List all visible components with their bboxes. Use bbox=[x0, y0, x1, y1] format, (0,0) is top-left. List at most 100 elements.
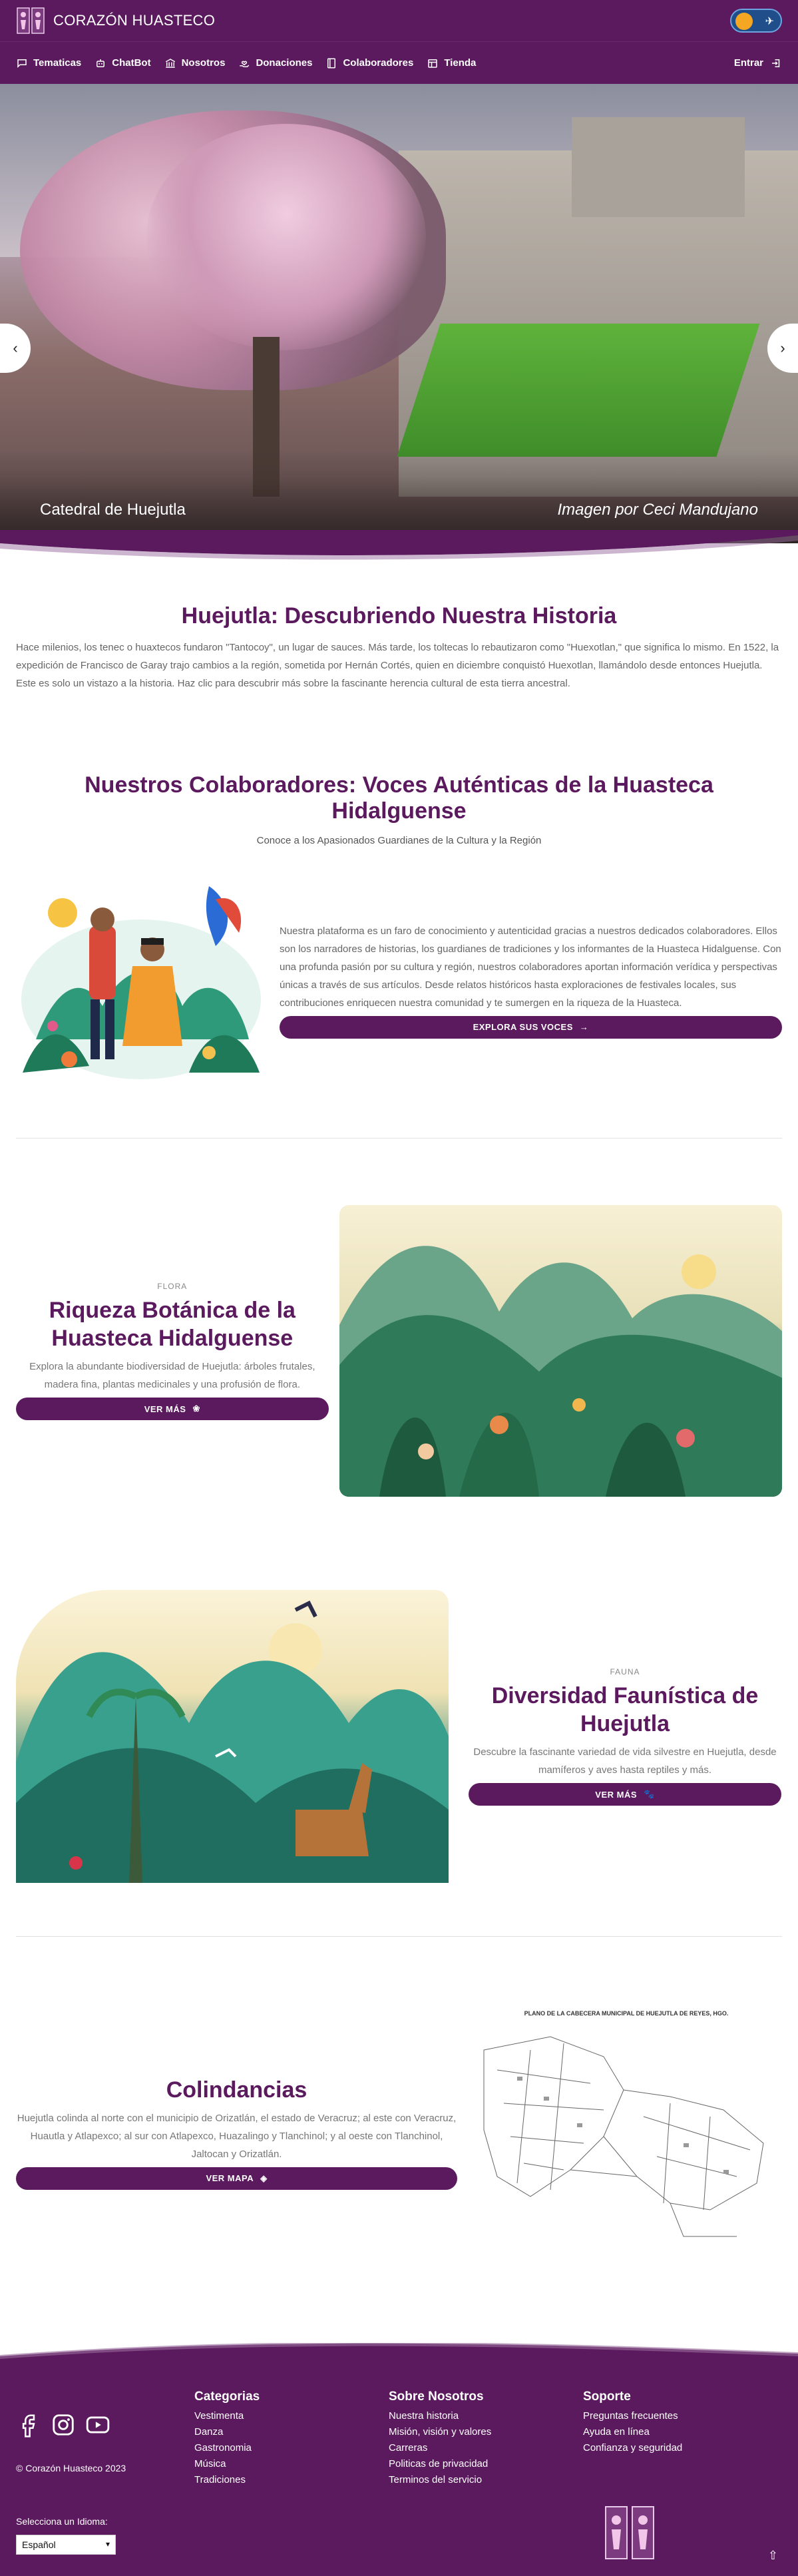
hero-wave-divider bbox=[0, 530, 798, 561]
hero-garden bbox=[397, 324, 760, 457]
fauna-desc: Descubre la fascinante variedad de vida … bbox=[473, 1746, 777, 1776]
view-map-button[interactable]: VER MAPA ◈ bbox=[16, 2167, 458, 2190]
carousel-prev-button[interactable]: ‹ bbox=[0, 324, 31, 373]
nav-label: Nosotros bbox=[181, 57, 226, 69]
limits-title: Colindancias bbox=[166, 2077, 307, 2103]
login-button[interactable]: Entrar bbox=[734, 57, 782, 69]
book-icon bbox=[327, 58, 336, 68]
hero-credit: Imagen por Ceci Mandujano bbox=[557, 501, 758, 519]
hero-caption: Catedral de Huejutla bbox=[40, 501, 186, 519]
fauna-more-label: VER MÁS bbox=[595, 1789, 638, 1800]
plant-icon: ❀ bbox=[192, 1404, 200, 1414]
copyright: © Corazón Huasteco 2023 bbox=[16, 2463, 126, 2473]
footer-link[interactable]: Politicas de privacidad bbox=[389, 2456, 491, 2472]
limits-desc: Huejutla colinda al norte con el municip… bbox=[17, 2112, 457, 2160]
hero-cathedral-tower bbox=[572, 117, 745, 217]
theme-toggle[interactable]: ✈ bbox=[730, 9, 782, 33]
section-divider bbox=[16, 1138, 782, 1139]
nav-label: Colaboradores bbox=[343, 57, 414, 69]
view-map-label: VER MAPA bbox=[206, 2173, 254, 2183]
history-title[interactable]: Huejutla: Descubriendo Nuestra Historia bbox=[16, 603, 782, 629]
explore-voices-button[interactable]: EXPLORA SUS VOCES → bbox=[280, 1015, 782, 1039]
fauna-section: FAUNA Diversidad Faunística de Huejutla … bbox=[0, 1590, 798, 1883]
nav-item-chatbot[interactable]: ChatBot bbox=[95, 57, 151, 69]
footer-link[interactable]: Danza bbox=[194, 2424, 260, 2440]
footer-link[interactable]: Preguntas frecuentes bbox=[583, 2408, 682, 2424]
footer-link[interactable]: Gastronomia bbox=[194, 2440, 260, 2456]
nav-item-tematicas[interactable]: Tematicas bbox=[16, 57, 81, 69]
explore-voices-label: EXPLORA SUS VOCES bbox=[473, 1022, 573, 1032]
compass-icon: ◈ bbox=[260, 2173, 268, 2183]
social-links bbox=[16, 2412, 110, 2438]
chat-icon bbox=[17, 59, 27, 68]
footer-logo bbox=[603, 2503, 656, 2563]
footer-link[interactable]: Ayuda en línea bbox=[583, 2424, 682, 2440]
nav-item-tienda[interactable]: Tienda bbox=[427, 57, 476, 69]
hand-heart-icon bbox=[240, 61, 250, 67]
paw-icon: 🐾 bbox=[644, 1789, 655, 1799]
site-logo[interactable] bbox=[16, 5, 47, 36]
top-bar: CORAZÓN HUASTECO ✈ bbox=[0, 0, 798, 41]
nav-item-donaciones[interactable]: Donaciones bbox=[238, 57, 312, 69]
footer-column-title: Soporte bbox=[583, 2390, 631, 2404]
language-value: Español bbox=[22, 2539, 56, 2550]
flora-title: Riqueza Botánica de la Huasteca Hidalgue… bbox=[49, 1298, 296, 1351]
limits-section: Colindancias Huejutla colinda al norte c… bbox=[0, 2010, 798, 2250]
instagram-icon[interactable] bbox=[51, 2412, 76, 2438]
facebook-icon[interactable] bbox=[16, 2412, 41, 2438]
history-section: Huejutla: Descubriendo Nuestra Historia … bbox=[0, 561, 798, 706]
history-text[interactable]: Hace milenios, los tenec o huaxtecos fun… bbox=[16, 639, 782, 692]
collaborators-illustration bbox=[16, 873, 266, 1087]
main-nav: Tematicas ChatBot Nosotros Donaciones Co… bbox=[0, 41, 798, 84]
collaborators-section: Nuestros Colaboradores: Voces Auténticas… bbox=[0, 706, 798, 1107]
collaborators-text: Nuestra plataforma es un faro de conocim… bbox=[280, 925, 781, 1009]
site-footer: © Corazón Huasteco 2023 Categorias Vesti… bbox=[0, 2370, 798, 2576]
flora-more-button[interactable]: VER MÁS ❀ bbox=[16, 1398, 329, 1420]
flora-more-label: VER MÁS bbox=[144, 1404, 186, 1414]
nav-item-colaboradores[interactable]: Colaboradores bbox=[325, 57, 413, 69]
fauna-text-block: FAUNA Diversidad Faunística de Huejutla … bbox=[469, 1667, 781, 1806]
chevron-right-icon: › bbox=[780, 340, 785, 356]
nav-label: Donaciones bbox=[256, 57, 313, 69]
footer-column-soporte: Soporte Preguntas frecuentes Ayuda en lí… bbox=[583, 2390, 682, 2456]
collaborators-title: Nuestros Colaboradores: Voces Auténticas… bbox=[85, 772, 713, 824]
footer-link[interactable]: Terminos del servicio bbox=[389, 2472, 491, 2488]
footer-link[interactable]: Carreras bbox=[389, 2440, 491, 2456]
arrow-right-icon: → bbox=[579, 1022, 589, 1032]
flora-text-block: FLORA Riqueza Botánica de la Huasteca Hi… bbox=[16, 1282, 329, 1420]
login-icon bbox=[772, 59, 780, 67]
footer-link[interactable]: Música bbox=[194, 2456, 260, 2472]
footer-link[interactable]: Nuestra historia bbox=[389, 2408, 491, 2424]
fauna-image bbox=[16, 1590, 449, 1883]
fauna-kicker: FAUNA bbox=[610, 1667, 640, 1676]
language-label: Selecciona un Idioma: bbox=[16, 2516, 108, 2527]
hero-tree-blossom bbox=[146, 124, 426, 350]
fauna-title: Diversidad Faunística de Huejutla bbox=[491, 1683, 759, 1736]
footer-link[interactable]: Confianza y seguridad bbox=[583, 2440, 682, 2456]
section-divider bbox=[16, 1936, 782, 1937]
hero-carousel: Catedral de Huejutla Imagen por Ceci Man… bbox=[0, 84, 798, 543]
municipal-map-image: PLANO DE LA CABECERA MUNICIPAL DE HUEJUT… bbox=[471, 2010, 782, 2250]
robot-icon bbox=[97, 59, 105, 67]
nav-item-nosotros[interactable]: Nosotros bbox=[164, 57, 226, 69]
youtube-icon[interactable] bbox=[85, 2412, 110, 2438]
footer-column-sobre-nosotros: Sobre Nosotros Nuestra historia Misión, … bbox=[389, 2390, 491, 2488]
collaborators-body: Nuestra plataforma es un faro de conocim… bbox=[280, 922, 782, 1039]
login-label: Entrar bbox=[733, 57, 763, 69]
footer-link[interactable]: Tradiciones bbox=[194, 2472, 260, 2488]
nav-label: ChatBot bbox=[112, 57, 151, 69]
chevron-down-icon: ▾ bbox=[105, 2539, 110, 2549]
footer-link[interactable]: Vestimenta bbox=[194, 2408, 260, 2424]
flora-kicker: FLORA bbox=[157, 1282, 188, 1291]
footer-column-title: Categorias bbox=[194, 2390, 260, 2404]
language-select[interactable]: Español ▾ bbox=[16, 2535, 116, 2555]
limits-text-block: Colindancias Huejutla colinda al norte c… bbox=[16, 2071, 458, 2190]
footer-link[interactable]: Misión, visión y valores bbox=[389, 2424, 491, 2440]
store-icon bbox=[428, 59, 438, 68]
footer-column-title: Sobre Nosotros bbox=[389, 2390, 484, 2404]
flora-desc: Explora la abundante biodiversidad de Hu… bbox=[29, 1361, 315, 1390]
back-to-top-icon[interactable]: ⇧ bbox=[768, 2549, 778, 2563]
nav-label: Tematicas bbox=[33, 57, 82, 69]
brand-name[interactable]: CORAZÓN HUASTECO bbox=[53, 12, 215, 29]
fauna-more-button[interactable]: VER MÁS 🐾 bbox=[469, 1783, 781, 1806]
